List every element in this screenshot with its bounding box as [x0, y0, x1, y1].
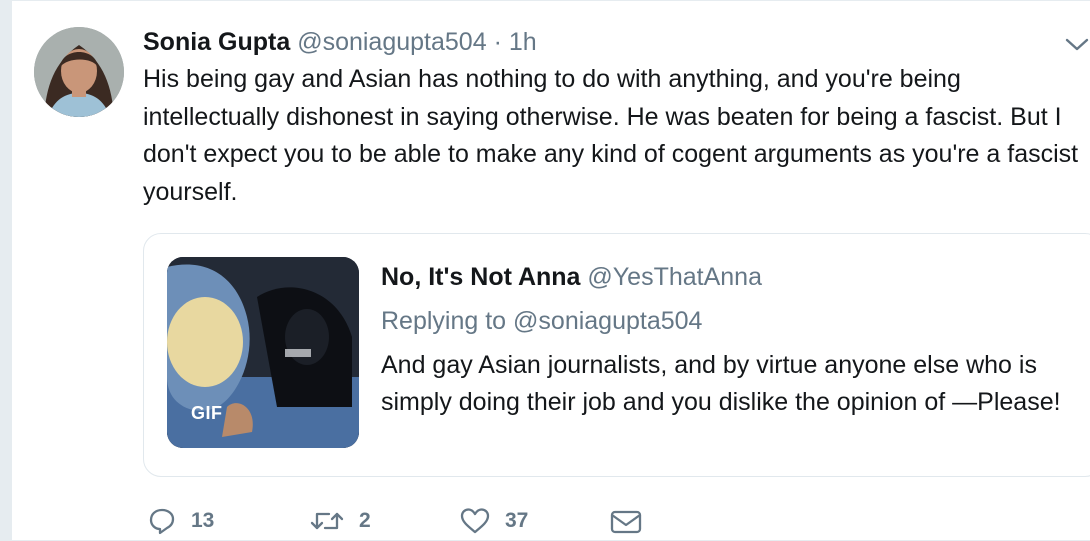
envelope-icon — [609, 506, 643, 536]
quoted-author-handle[interactable]: @YesThatAnna — [587, 263, 762, 291]
gif-media[interactable]: GIF — [167, 257, 359, 448]
retweet-icon — [309, 506, 345, 536]
gif-badge: GIF — [191, 403, 223, 423]
retweet-button[interactable]: 2 — [309, 501, 371, 541]
reply-count: 13 — [191, 509, 215, 532]
heart-icon — [459, 506, 491, 536]
replying-to-handle[interactable]: @soniagupta504 — [513, 307, 702, 335]
tweet-header: Sonia Gupta @soniagupta504 · 1h — [143, 27, 537, 57]
quoted-tweet-text: And gay Asian journalists, and by virtue… — [381, 351, 1061, 416]
reply-icon — [147, 506, 177, 536]
direct-message-button[interactable] — [609, 501, 643, 541]
tweet-actions: 13 2 37 — [143, 501, 843, 541]
chevron-down-icon[interactable] — [1064, 33, 1090, 55]
retweet-count: 2 — [359, 509, 371, 532]
quoted-tweet[interactable]: GIF No, It's Not Anna @YesThatAnna Reply… — [143, 233, 1090, 477]
like-count: 37 — [505, 509, 529, 532]
avatar-image — [34, 27, 124, 117]
quoted-header: No, It's Not Anna @YesThatAnna — [381, 262, 762, 292]
like-button[interactable]: 37 — [459, 501, 528, 541]
author-handle[interactable]: @soniagupta504 — [297, 28, 486, 56]
separator-dot: · — [493, 28, 502, 56]
tweet-text: His being gay and Asian has nothing to d… — [143, 65, 1079, 206]
author-name[interactable]: Sonia Gupta — [143, 28, 290, 56]
reply-button[interactable]: 13 — [147, 501, 214, 541]
replying-to-line: Replying to @soniagupta504 — [381, 306, 702, 336]
quoted-author-name[interactable]: No, It's Not Anna — [381, 263, 580, 291]
replying-to-label: Replying to — [381, 307, 507, 335]
tweet-card[interactable]: Sonia Gupta @soniagupta504 · 1h His bein… — [12, 0, 1090, 540]
tweet-timestamp[interactable]: 1h — [509, 28, 537, 56]
avatar[interactable] — [34, 27, 124, 117]
